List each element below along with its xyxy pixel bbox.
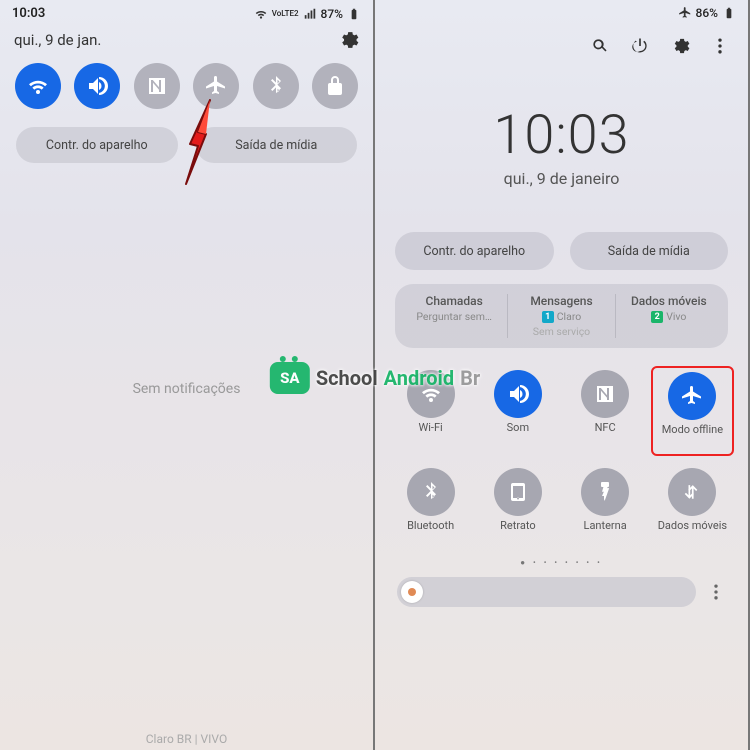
search-icon[interactable] [590,36,610,56]
more-icon[interactable] [710,36,730,56]
airplane-toggle[interactable] [193,63,239,109]
bluetooth-icon [419,480,443,504]
flashlight-tile[interactable]: Lanterna [564,464,647,550]
sim-data[interactable]: Dados móveis 2Vivo [616,294,722,338]
flashlight-icon [593,480,617,504]
panel-clock: 10:03 [375,104,748,167]
page-indicator: ● • • • • • • • [375,558,748,567]
lock-toggle[interactable] [312,63,358,109]
battery-icon [722,6,736,20]
settings-icon[interactable] [670,36,690,56]
sim-calls[interactable]: Chamadas Perguntar sem… [401,294,508,338]
brightness-more-icon[interactable] [706,582,726,602]
nfc-tile[interactable]: NFC [564,366,647,456]
battery-text: 86% [696,6,718,20]
sound-tile[interactable]: Som [476,366,559,456]
airplane-icon [680,384,704,408]
airplane-status-icon [678,6,692,20]
bluetooth-tile[interactable]: Bluetooth [389,464,472,550]
panel-action-icons [375,22,748,56]
battery-icon [347,7,361,21]
oval-row: Contr. do aparelho Saída de mídia [0,119,373,171]
wifi-toggle[interactable] [15,63,61,109]
battery-text: 87% [321,7,343,21]
nfc-icon [593,382,617,406]
media-output-button[interactable]: Saída de mídia [570,232,729,270]
nfc-icon [145,74,169,98]
sound-icon [506,382,530,406]
sim2-badge: 2 [651,311,663,323]
wifi-signal-icon [254,7,268,21]
status-right: VoLTE2 87% [254,7,361,21]
bluetooth-toggle[interactable] [253,63,299,109]
mobile-data-tile[interactable]: Dados móveis [651,464,734,550]
power-icon[interactable] [630,36,650,56]
shade-date: qui., 9 de jan. [14,31,101,49]
panel-date: qui., 9 de janeiro [375,169,748,188]
shade-header: qui., 9 de jan. [0,23,373,61]
sim-card-panel[interactable]: Chamadas Perguntar sem… Mensagens 1Claro… [395,284,728,348]
data-icon [680,480,704,504]
wifi-icon [26,74,50,98]
bluetooth-icon [264,74,288,98]
portrait-icon [506,480,530,504]
media-output-button[interactable]: Saída de mídia [196,127,358,163]
device-control-button[interactable]: Contr. do aparelho [395,232,554,270]
brightness-row [375,567,748,611]
portrait-tile[interactable]: Retrato [476,464,559,550]
status-bar: 86% [375,0,748,22]
volte-label: VoLTE2 [272,9,299,18]
carrier-footer: Claro BR | VIVO [0,732,373,746]
status-bar: 10:03 VoLTE2 87% [0,0,373,23]
quick-toggle-row [0,61,373,119]
status-right: 86% [678,6,736,20]
cell-signal-icon [303,7,317,21]
sim-messages[interactable]: Mensagens 1Claro Sem serviço [508,294,615,338]
lock-icon [323,74,347,98]
oval-row: Contr. do aparelho Saída de mídia [375,188,748,282]
airplane-icon [204,74,228,98]
brightness-thumb[interactable] [401,581,423,603]
device-control-button[interactable]: Contr. do aparelho [16,127,178,163]
sound-icon [85,74,109,98]
airplane-tile[interactable]: Modo offline [651,366,734,456]
nfc-toggle[interactable] [134,63,180,109]
sound-toggle[interactable] [74,63,120,109]
settings-icon[interactable] [337,29,359,51]
watermark-badge: SA [270,362,310,394]
status-time: 10:03 [12,6,45,21]
brightness-slider[interactable] [397,577,696,607]
watermark: SA School Android Br [270,362,480,394]
sim1-badge: 1 [542,311,554,323]
